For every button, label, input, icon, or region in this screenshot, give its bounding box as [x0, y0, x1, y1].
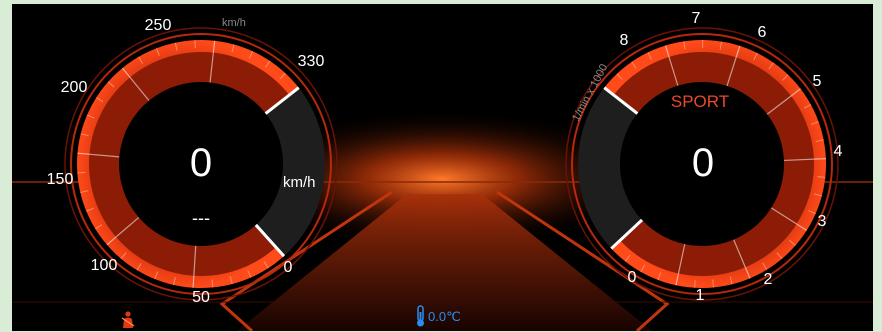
minor-tick — [77, 171, 86, 174]
speed-tick-label: 50 — [192, 289, 210, 306]
temperature-readout: 0.0℃ — [428, 309, 461, 324]
drive-mode: SPORT — [671, 92, 729, 111]
speed-tick-label: 250 — [145, 17, 172, 34]
rpm-tick-label: 0 — [628, 269, 637, 286]
instrument-cluster: 0 50 100 150 200 250 330 km/h 0 km/h ---… — [12, 4, 873, 331]
tachometer-gauge: 0 1 2 3 4 5 6 7 8 1/min x 1000 SPORT 0 — [565, 10, 843, 304]
speed-tick-label: 150 — [47, 171, 74, 188]
rpm-value: 0 — [692, 141, 714, 185]
seatbelt-warning-icon — [121, 311, 135, 328]
cluster-canvas: 0 50 100 150 200 250 330 km/h 0 km/h ---… — [12, 10, 873, 331]
rpm-tick-label: 3 — [818, 213, 827, 230]
speed-secondary: --- — [192, 208, 210, 228]
speed-tick-label: 200 — [61, 79, 88, 96]
speed-tick-label: 330 — [298, 53, 325, 70]
rpm-tick-label: 1 — [696, 287, 705, 304]
speed-tick-label: 100 — [91, 257, 118, 274]
speed-unit-top: km/h — [222, 17, 246, 29]
rpm-tick-label: 5 — [813, 73, 822, 90]
speedometer-gauge: 0 50 100 150 200 250 330 km/h 0 km/h --- — [47, 17, 338, 306]
rpm-tick-label: 6 — [758, 24, 767, 41]
speed-value: 0 — [190, 141, 212, 185]
speed-tick-label: 0 — [284, 259, 293, 276]
rpm-tick-label: 7 — [692, 10, 701, 27]
rpm-tick-label: 2 — [764, 271, 773, 288]
rpm-tick-label: 8 — [620, 32, 629, 49]
speed-unit: km/h — [283, 174, 316, 191]
rpm-tick-label: 4 — [834, 143, 843, 160]
